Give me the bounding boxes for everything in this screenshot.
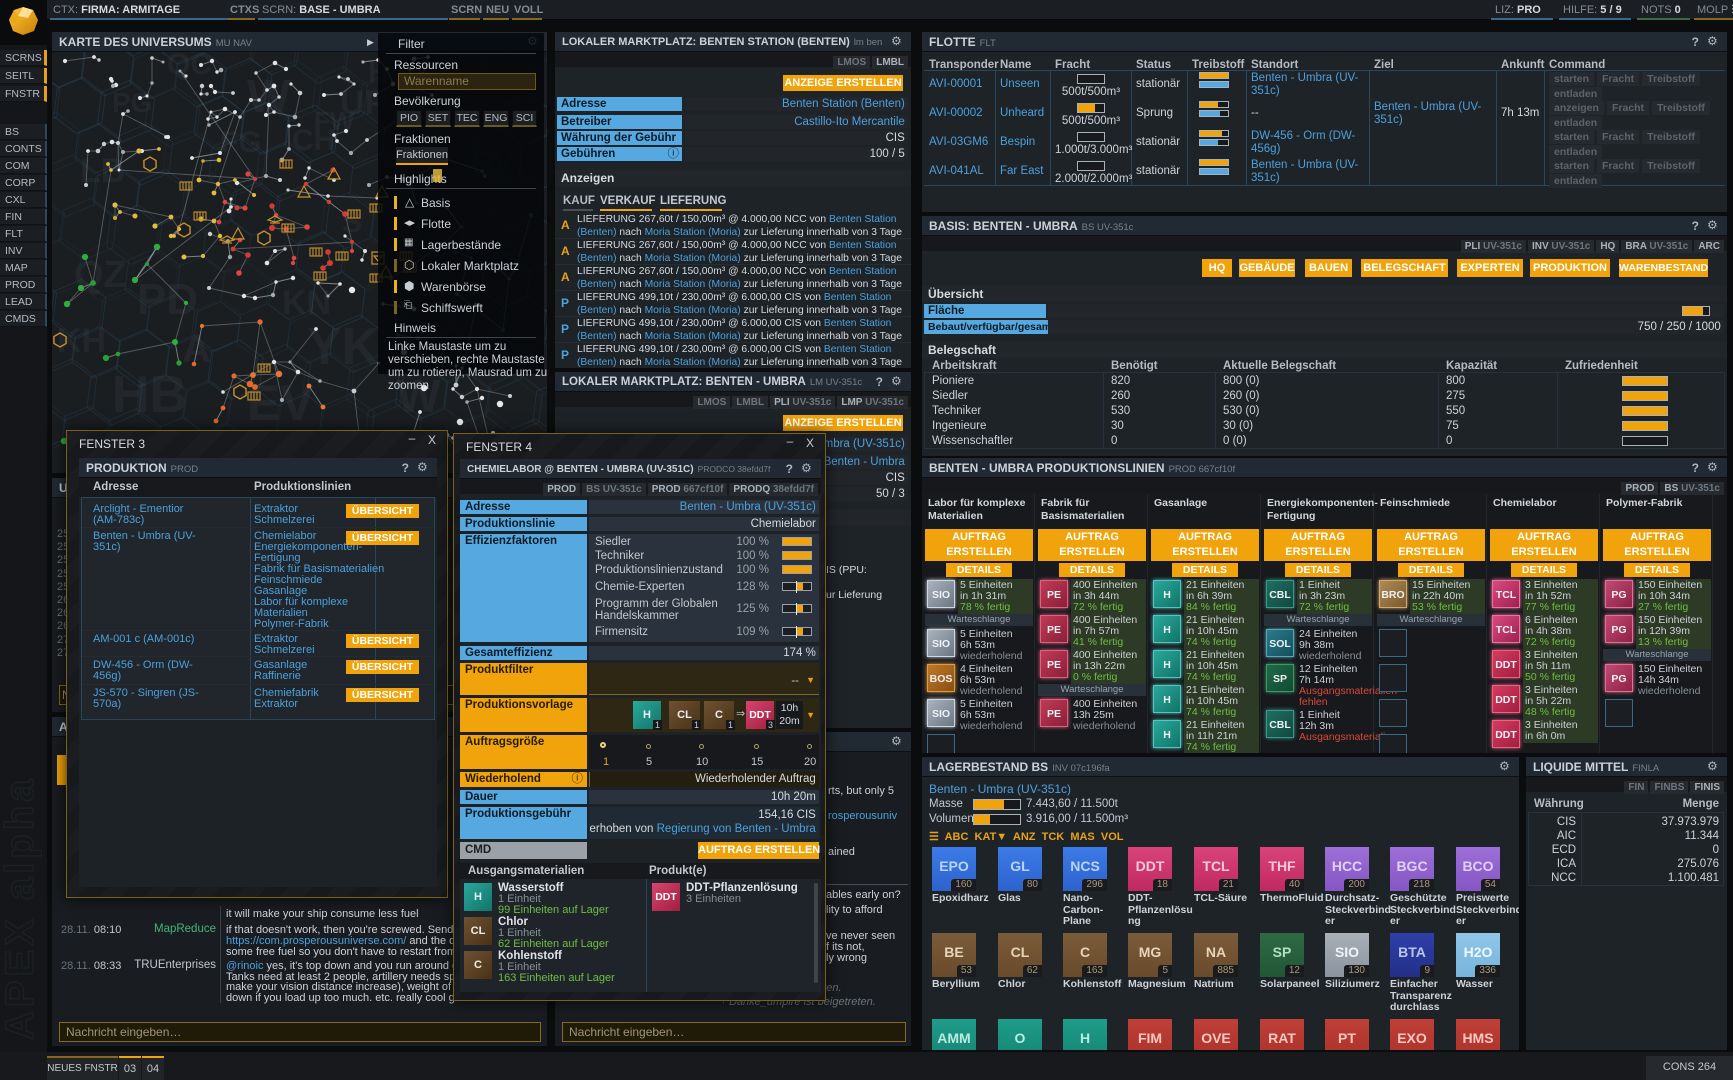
svg-text:EV: EV: [247, 375, 314, 431]
svg-text:S: S: [342, 206, 362, 239]
svg-text:KN: KN: [282, 284, 331, 322]
svg-text:HB: HB: [112, 366, 187, 424]
svg-text:QC: QC: [167, 52, 212, 81]
svg-text:A: A: [182, 327, 211, 371]
svg-text:FG: FG: [220, 126, 262, 159]
svg-text:YK: YK: [307, 318, 380, 376]
svg-text:PD: PD: [137, 275, 198, 324]
svg-text:KH: KH: [57, 322, 106, 360]
svg-text:CH: CH: [292, 124, 335, 157]
svg-text:PG: PG: [112, 87, 152, 118]
